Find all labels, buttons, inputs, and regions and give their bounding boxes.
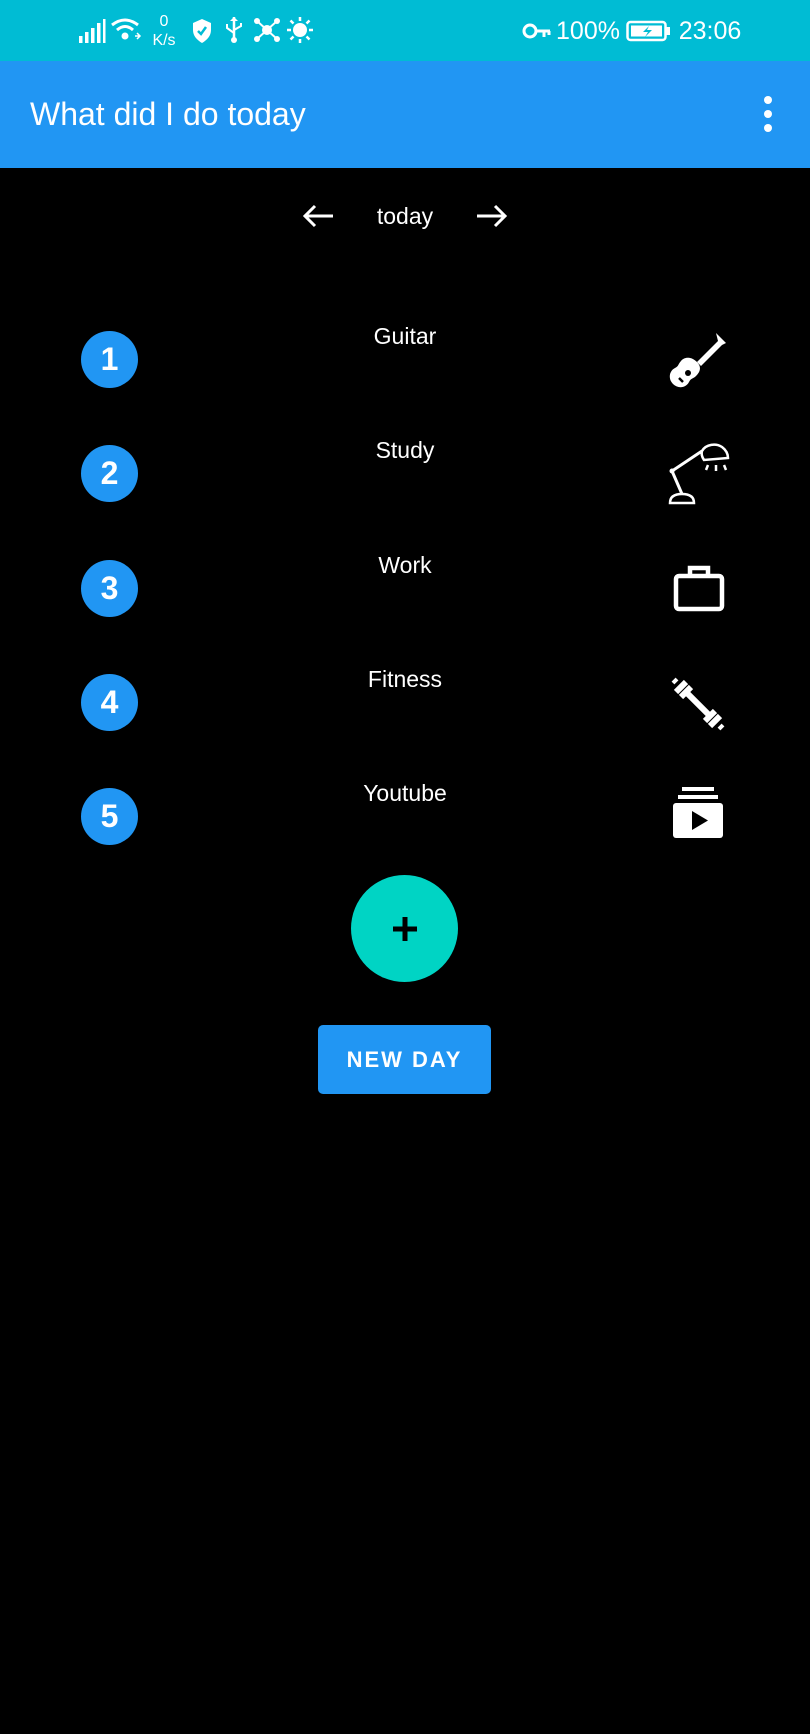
nodes-icon [252, 16, 282, 44]
more-vert-icon [764, 96, 772, 132]
activity-row-fitness[interactable]: 4 Fitness [0, 666, 810, 754]
shield-icon [191, 18, 213, 44]
activity-number-badge: 3 [81, 560, 138, 617]
previous-day-button[interactable] [299, 196, 339, 236]
new-day-button[interactable]: NEW DAY [318, 1025, 491, 1094]
network-speed-value: 0 [159, 13, 169, 30]
activity-label: Fitness [367, 666, 443, 692]
activity-number-badge: 4 [81, 674, 138, 731]
activity-row-study[interactable]: 2 Study [0, 437, 810, 525]
activity-number-badge: 1 [81, 331, 138, 388]
add-activity-fab[interactable] [351, 875, 458, 982]
activity-label: Youtube [363, 780, 447, 806]
status-bar: 0 K/s 100% 23:06 [0, 0, 810, 61]
dumbbell-icon [664, 670, 732, 738]
video-library-icon [664, 784, 732, 852]
clock-time: 23:06 [678, 16, 742, 45]
battery-charging-icon [626, 18, 672, 44]
activity-row-guitar[interactable]: 1 Guitar [0, 323, 810, 411]
battery-percent: 100% [556, 16, 620, 45]
arrow-right-icon [477, 204, 508, 228]
guitar-icon [664, 327, 732, 395]
arrow-left-icon [302, 204, 333, 228]
usb-icon [223, 16, 245, 44]
vpn-key-icon [522, 20, 552, 42]
activity-number-badge: 5 [81, 788, 138, 845]
current-day-label: today [376, 203, 434, 229]
activity-row-work[interactable]: 3 Work [0, 552, 810, 640]
activity-label: Study [375, 437, 435, 463]
wifi-icon [110, 16, 142, 44]
next-day-button[interactable] [471, 196, 511, 236]
activity-row-youtube[interactable]: 5 Youtube [0, 780, 810, 868]
cellular-signal-icon [78, 18, 106, 44]
plus-icon [392, 916, 417, 941]
briefcase-icon [664, 556, 732, 624]
app-title: What did I do today [30, 96, 306, 132]
activity-label: Work [378, 552, 432, 578]
overflow-menu-button[interactable] [748, 92, 788, 136]
desk-lamp-icon [664, 441, 732, 509]
network-speed-unit: K/s [152, 32, 176, 49]
activity-label: Guitar [373, 323, 437, 349]
app-bar: What did I do today [0, 61, 810, 168]
activity-number-badge: 2 [81, 445, 138, 502]
brightness-icon [286, 16, 314, 44]
